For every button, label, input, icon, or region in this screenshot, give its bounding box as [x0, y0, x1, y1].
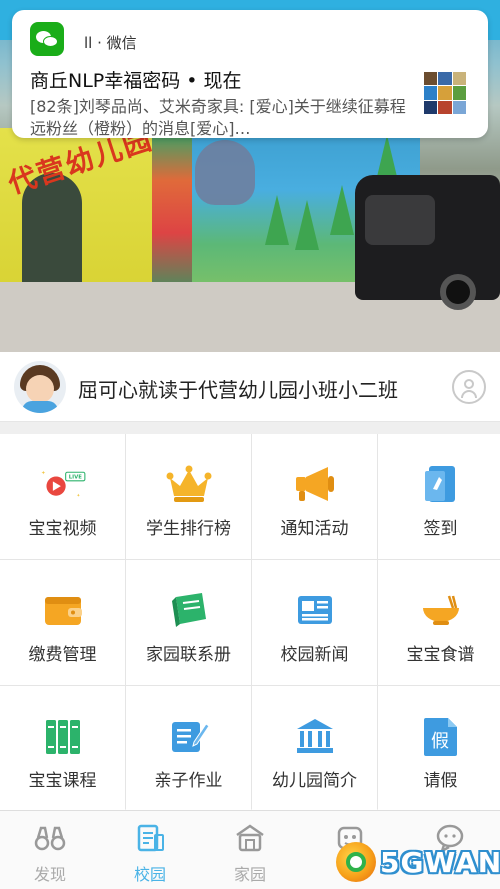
tab-campus[interactable]: 校园 [100, 811, 200, 889]
switch-child-icon[interactable] [452, 370, 486, 404]
homework-icon [165, 712, 213, 760]
tab-discover[interactable]: 发现 [0, 811, 100, 889]
news-icon [291, 586, 339, 634]
megaphone-icon [291, 460, 339, 508]
menu-item-leave-request[interactable]: 假 请假 [378, 686, 500, 811]
banner-tree [330, 185, 354, 235]
notification-app-name: ll · 微信 [84, 34, 137, 52]
watermark-text: 5GWAN [380, 846, 500, 879]
banner-car [355, 175, 500, 310]
menu-item-notice-activity[interactable]: 通知活动 [252, 434, 377, 559]
crown-icon [165, 460, 213, 508]
menu-item-contact-book[interactable]: 家园联系册 [126, 560, 251, 685]
menu-item-baby-course[interactable]: 宝宝课程 [0, 686, 125, 811]
car-window [365, 195, 435, 245]
tab-label: 发现 [33, 865, 66, 884]
menu-item-label: 通知活动 [280, 519, 349, 539]
student-enrollment-text: 屈可心就读于代营幼儿园小班小二班 [78, 378, 398, 402]
menu-item-baby-recipe[interactable]: 宝宝食谱 [378, 560, 500, 685]
notification-title: 商丘NLP幸福密码 • 现在 [30, 70, 242, 92]
menu-item-label: 宝宝食谱 [406, 645, 475, 665]
menu-item-label: 校园新闻 [280, 645, 349, 665]
menu-item-kindergarten-intro[interactable]: 幼儿园简介 [252, 686, 377, 811]
video-live-icon: ✦ ✦ LIVE [39, 460, 87, 508]
car-wheel [440, 274, 476, 310]
menu-item-label: 宝宝课程 [28, 771, 97, 791]
checkin-icon [417, 460, 465, 508]
menu-item-campus-news[interactable]: 校园新闻 [252, 560, 377, 685]
school-building-icon [291, 712, 339, 760]
watermark-logo-icon [336, 842, 376, 882]
svg-text:✦: ✦ [76, 493, 80, 499]
group-avatar-icon [424, 72, 466, 114]
binoculars-icon [33, 823, 67, 853]
banner-tree [295, 200, 319, 250]
menu-item-parent-child-homework[interactable]: 亲子作业 [126, 686, 251, 811]
banner-tree [265, 195, 289, 245]
menu-item-payment[interactable]: 缴费管理 [0, 560, 125, 685]
feature-grid: ✦ ✦ LIVE 宝宝视频 学生排行榜 通知活动 签到 缴费管理 家园联系册 校… [0, 434, 500, 811]
banner-cartoon [195, 140, 255, 205]
home-icon [233, 823, 267, 853]
avatar[interactable] [14, 361, 66, 413]
notification-body: [82条]刘琴品尚、艾米奇家具: [爱心]关于继续征募程远粉丝（橙粉）的消息[爱… [30, 97, 406, 138]
live-badge-text: LIVE [68, 475, 82, 481]
menu-item-label: 宝宝视频 [28, 519, 97, 539]
menu-item-student-ranking[interactable]: 学生排行榜 [126, 434, 251, 559]
tab-label: 校园 [133, 865, 166, 884]
campus-icon [133, 823, 167, 853]
tab-label: 家园 [233, 865, 266, 884]
site-watermark: 5GWAN [336, 838, 500, 884]
menu-item-label: 学生排行榜 [146, 519, 231, 539]
menu-item-baby-video[interactable]: ✦ ✦ LIVE 宝宝视频 [0, 434, 125, 559]
tab-home[interactable]: 家园 [200, 811, 300, 889]
banner-pillar [152, 128, 192, 303]
menu-item-label: 签到 [423, 519, 458, 539]
wechat-icon [30, 22, 64, 56]
menu-item-checkin[interactable]: 签到 [378, 434, 500, 559]
bowl-icon [417, 586, 465, 634]
student-profile-row[interactable]: 屈可心就读于代营幼儿园小班小二班 [0, 352, 500, 422]
svg-text:✦: ✦ [41, 470, 46, 476]
wechat-notification[interactable]: ll · 微信 商丘NLP幸福密码 • 现在 [82条]刘琴品尚、艾米奇家具: … [12, 10, 488, 138]
leave-glyph: 假 [431, 731, 449, 752]
menu-item-label: 请假 [423, 771, 458, 791]
menu-item-label: 家园联系册 [146, 645, 231, 665]
menu-item-label: 亲子作业 [154, 771, 223, 791]
leave-document-icon: 假 [417, 712, 465, 760]
books-icon [39, 712, 87, 760]
book-icon [165, 586, 213, 634]
menu-item-label: 幼儿园简介 [272, 771, 357, 791]
menu-item-label: 缴费管理 [28, 645, 97, 665]
wallet-icon [39, 586, 87, 634]
